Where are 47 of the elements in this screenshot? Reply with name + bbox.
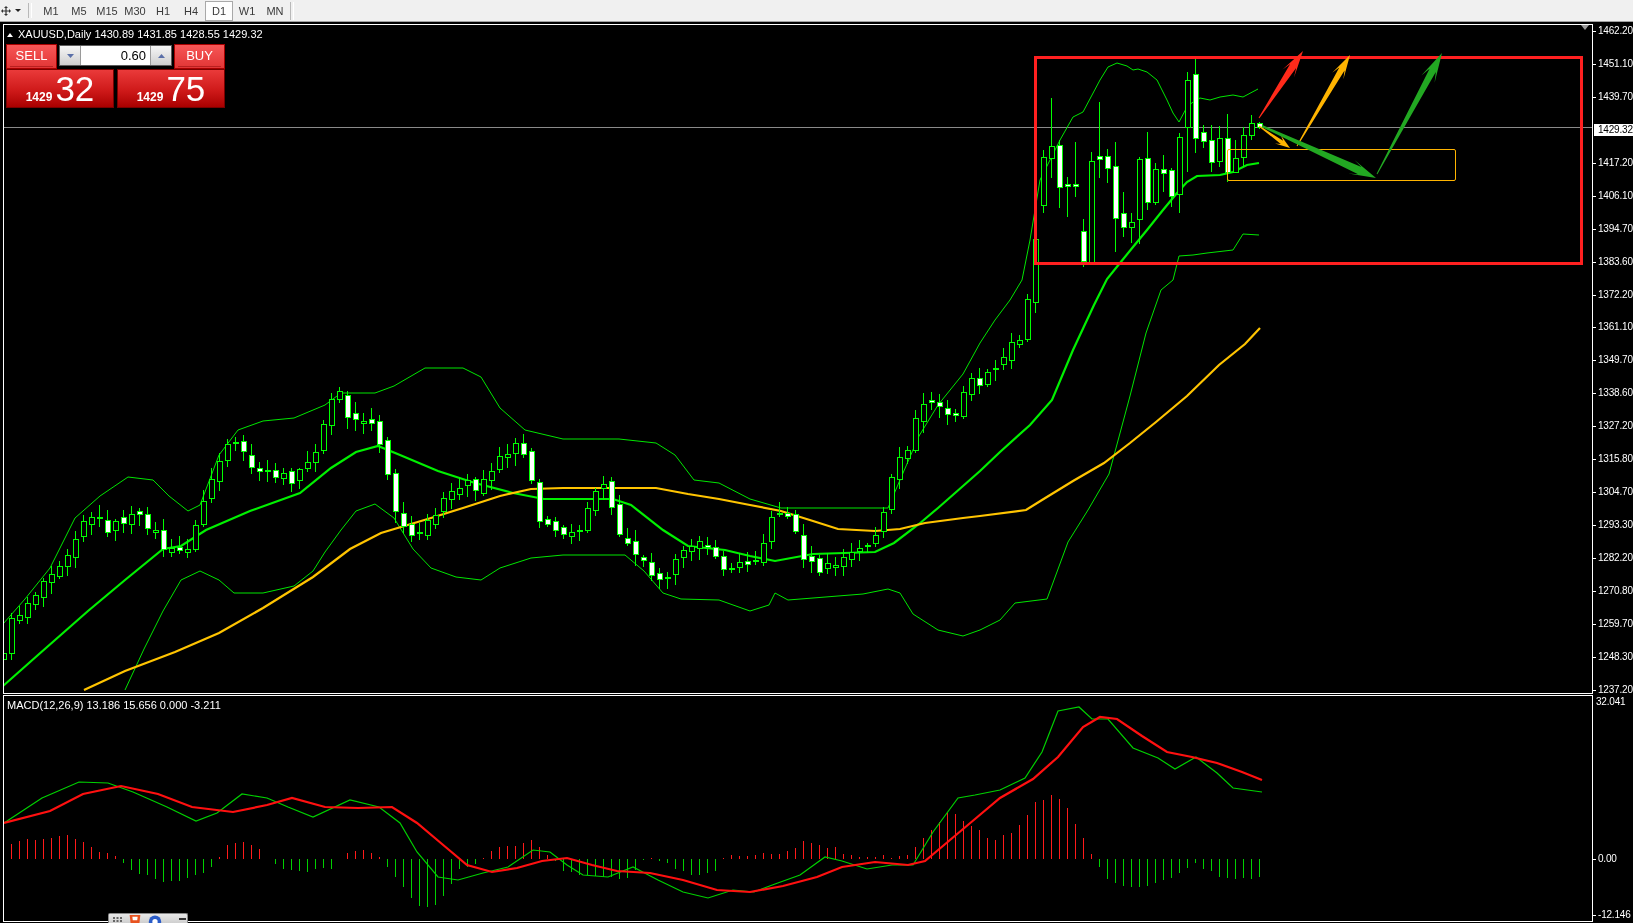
price-axis-label: 1282.20 [1593, 552, 1633, 564]
price-axis-label: 1304.70 [1593, 486, 1633, 499]
shield-icon[interactable] [128, 915, 142, 923]
price-axis-label: 1439.70 [1593, 90, 1633, 103]
timeframe-button[interactable]: M30 [121, 0, 149, 21]
caret-icon[interactable] [15, 9, 21, 12]
buy-price-button[interactable]: 1429 75 [117, 69, 225, 108]
timeframe-button[interactable]: M15 [93, 0, 121, 21]
timeframe-button[interactable]: W1 [233, 0, 261, 21]
shift-marker-icon[interactable] [1581, 25, 1589, 30]
price-axis-label: 1293.30 [1593, 519, 1633, 532]
grip-icon[interactable] [113, 916, 122, 922]
upward-arrow [1258, 51, 1303, 119]
price-axis-label: 1315.80 [1593, 453, 1633, 466]
price-axis-label: 1417.20 [1593, 156, 1633, 169]
buy-button[interactable]: BUY [174, 44, 225, 69]
indicator-title: MACD(12,26,9) 13.186 15.656 0.000 -3.211 [7, 699, 221, 712]
price-axis-label: 1237.20 [1593, 683, 1633, 696]
indicator-axis-label: -12.146 [1593, 909, 1631, 921]
price-axis-label: 1248.30 [1593, 650, 1633, 663]
sell-button[interactable]: SELL [6, 44, 57, 69]
price-axis-label: 1270.80 [1593, 584, 1633, 597]
crosshair-icon[interactable] [1, 5, 11, 16]
price-axis-label: 1394.70 [1593, 222, 1633, 235]
chart-title: XAUUSD,Daily 1430.89 1431.85 1428.55 1429.32 [18, 28, 263, 41]
timeframe-button[interactable]: M1 [37, 0, 65, 21]
help-icon[interactable] [148, 915, 162, 923]
current-price-label: 1429.32 [1594, 123, 1633, 136]
timeframe-button[interactable]: D1 [205, 0, 233, 21]
timeframe-button[interactable]: H1 [149, 0, 177, 21]
timeframe-button[interactable]: MN [261, 0, 289, 21]
price-axis-label: 1327.20 [1593, 420, 1633, 433]
timeframe-button[interactable]: M5 [65, 0, 93, 21]
indicator-axis-label: 0.00 [1593, 853, 1617, 865]
indicator-axis-label: 32.041 [1595, 696, 1626, 708]
price-axis-label: 1361.10 [1593, 321, 1633, 334]
price-axis-label: 1406.10 [1593, 189, 1633, 202]
price-axis-label: 1259.70 [1593, 617, 1633, 630]
price-axis-label: 1372.20 [1593, 288, 1633, 301]
sell-price-button[interactable]: 1429 32 [6, 69, 114, 108]
price-axis-label: 1451.10 [1593, 57, 1633, 70]
triangle-icon[interactable] [7, 32, 13, 37]
timeframe-button[interactable]: H4 [177, 0, 205, 21]
price-axis-label: 1383.60 [1593, 255, 1633, 268]
price-axis-label: 1462.20 [1593, 25, 1633, 37]
price-axis-label: 1349.70 [1593, 354, 1633, 367]
price-axis-label: 1338.60 [1593, 387, 1633, 400]
